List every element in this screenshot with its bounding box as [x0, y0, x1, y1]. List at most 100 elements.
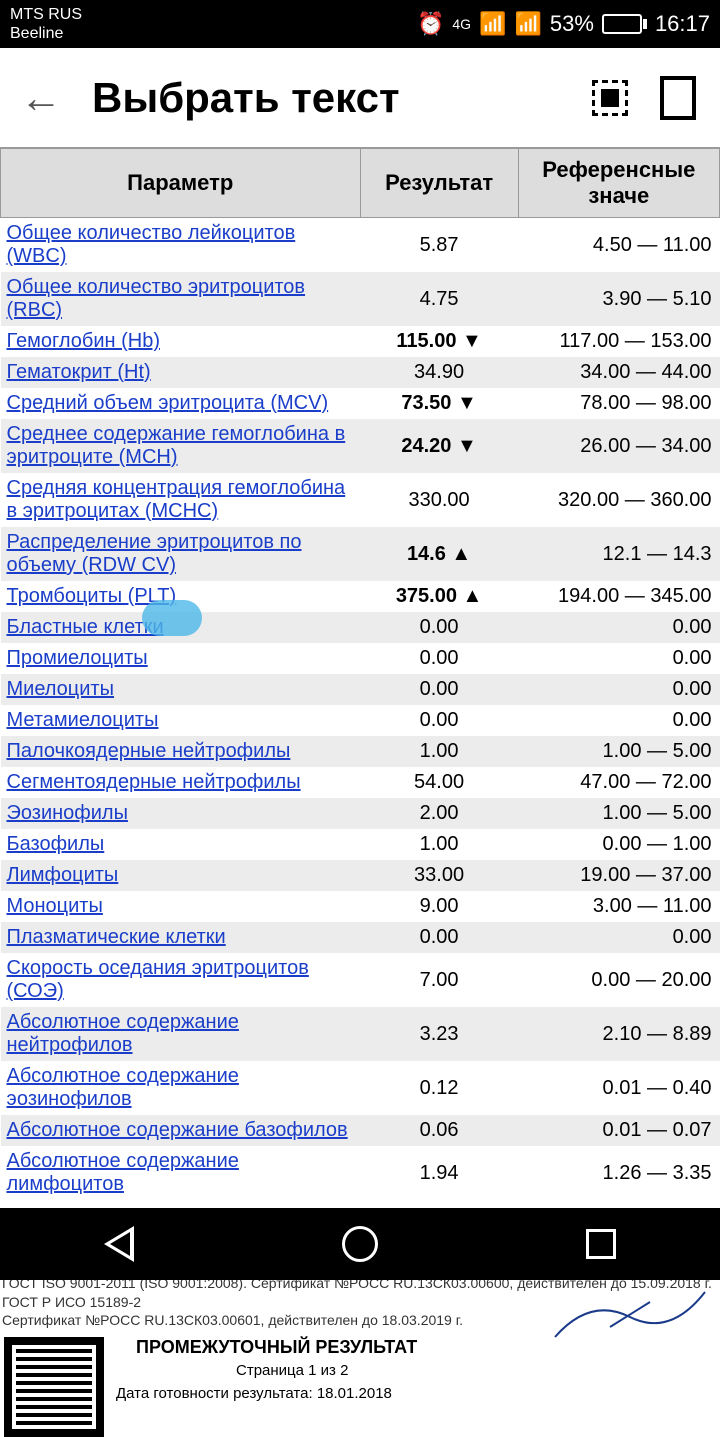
result-cell: 3.23: [360, 1007, 518, 1061]
square-recent-icon: [586, 1229, 616, 1259]
result-cell: 0.00: [360, 612, 518, 643]
table-row: Промиелоциты0.000.00: [1, 643, 720, 674]
table-row: Общее количество эритроцитов (RBC)4.753.…: [1, 272, 720, 326]
result-cell: 0.00: [360, 705, 518, 736]
param-cell[interactable]: Общее количество эритроцитов (RBC): [1, 272, 361, 326]
nav-recent-button[interactable]: [586, 1229, 616, 1259]
param-cell[interactable]: Сегментоядерные нейтрофилы: [1, 767, 361, 798]
result-date: Дата готовности результата: 18.01.2018: [116, 1379, 716, 1402]
app-header: ← Выбрать текст: [0, 48, 720, 148]
result-cell: 24.20 ▼: [360, 419, 518, 473]
battery-percent: 53%: [550, 11, 594, 37]
back-arrow-icon[interactable]: ←: [20, 74, 62, 122]
results-table: Параметр Результат Референсные значе Общ…: [0, 148, 720, 1200]
result-cell: 1.00: [360, 829, 518, 860]
navigation-bar: [0, 1208, 720, 1280]
param-cell[interactable]: Плазматические клетки: [1, 922, 361, 953]
param-cell[interactable]: Моноциты: [1, 891, 361, 922]
reference-cell: 0.00: [518, 705, 719, 736]
reference-cell: 4.50 — 11.00: [518, 218, 719, 273]
nav-back-button[interactable]: [104, 1226, 134, 1262]
result-cell: 4.75: [360, 272, 518, 326]
table-row: Моноциты9.003.00 — 11.00: [1, 891, 720, 922]
table-row: Плазматические клетки0.000.00: [1, 922, 720, 953]
result-cell: 2.00: [360, 798, 518, 829]
result-cell: 34.90: [360, 357, 518, 388]
param-cell[interactable]: Общее количество лейкоцитов (WBC): [1, 218, 361, 273]
reference-cell: 3.90 — 5.10: [518, 272, 719, 326]
reference-cell: 34.00 — 44.00: [518, 357, 719, 388]
result-cell: 0.12: [360, 1061, 518, 1115]
reference-cell: 0.00: [518, 674, 719, 705]
copy-icon: [660, 76, 696, 120]
clock: 16:17: [655, 11, 710, 37]
table-row: Средняя концентрация гемоглобина в эритр…: [1, 473, 720, 527]
param-cell[interactable]: Скорость оседания эритроцитов (СОЭ): [1, 953, 361, 1007]
status-carriers: MTS RUS Beeline: [10, 5, 417, 43]
signature-image: [550, 1287, 710, 1347]
param-cell[interactable]: Абсолютное содержание нейтрофилов: [1, 1007, 361, 1061]
reference-cell: 2.10 — 8.89: [518, 1007, 719, 1061]
param-cell[interactable]: Среднее содержание гемоглобина в эритроц…: [1, 419, 361, 473]
table-row: Среднее содержание гемоглобина в эритроц…: [1, 419, 720, 473]
param-cell[interactable]: Абсолютное содержание эозинофилов: [1, 1061, 361, 1115]
param-cell[interactable]: Лимфоциты: [1, 860, 361, 891]
param-cell[interactable]: Гемоглобин (Hb): [1, 326, 361, 357]
param-cell[interactable]: Гематокрит (Ht): [1, 357, 361, 388]
col-header-result: Результат: [360, 149, 518, 218]
param-cell[interactable]: Палочкоядерные нейтрофилы: [1, 736, 361, 767]
table-row: Абсолютное содержание нейтрофилов3.232.1…: [1, 1007, 720, 1061]
carrier-2: Beeline: [10, 24, 417, 43]
param-cell[interactable]: Базофилы: [1, 829, 361, 860]
reference-cell: 12.1 — 14.3: [518, 527, 719, 581]
nav-home-button[interactable]: [342, 1226, 378, 1262]
reference-cell: 0.00: [518, 612, 719, 643]
reference-cell: 47.00 — 72.00: [518, 767, 719, 798]
param-cell[interactable]: Эозинофилы: [1, 798, 361, 829]
select-all-button[interactable]: [588, 76, 632, 120]
col-header-param: Параметр: [1, 149, 361, 218]
param-cell[interactable]: Абсолютное содержание базофилов: [1, 1115, 361, 1146]
reference-cell: 1.00 — 5.00: [518, 798, 719, 829]
param-cell[interactable]: Средний объем эритроцита (MCV): [1, 388, 361, 419]
reference-cell: 19.00 — 37.00: [518, 860, 719, 891]
reference-cell: 0.00 — 1.00: [518, 829, 719, 860]
result-cell: 14.6 ▲: [360, 527, 518, 581]
result-cell: 7.00: [360, 953, 518, 1007]
signal-icon-1: 📶: [479, 11, 506, 37]
result-cell: 5.87: [360, 218, 518, 273]
text-selection-highlight[interactable]: [142, 600, 202, 636]
table-row: Тромбоциты (PLT)375.00 ▲194.00 — 345.00: [1, 581, 720, 612]
param-cell[interactable]: Средняя концентрация гемоглобина в эритр…: [1, 473, 361, 527]
signal-icon-2: 📶: [514, 11, 541, 37]
param-cell[interactable]: Промиелоциты: [1, 643, 361, 674]
param-cell[interactable]: Распределение эритроцитов по объему (RDW…: [1, 527, 361, 581]
table-row: Лимфоциты33.0019.00 — 37.00: [1, 860, 720, 891]
result-cell: 73.50 ▼: [360, 388, 518, 419]
status-right: ⏰ 4G 📶 📶 53% 16:17: [417, 11, 710, 37]
reference-cell: 1.00 — 5.00: [518, 736, 719, 767]
result-cell: 375.00 ▲: [360, 581, 518, 612]
result-cell: 1.94: [360, 1146, 518, 1200]
reference-cell: 78.00 — 98.00: [518, 388, 719, 419]
reference-cell: 194.00 — 345.00: [518, 581, 719, 612]
table-row: Гематокрит (Ht)34.9034.00 — 44.00: [1, 357, 720, 388]
param-cell[interactable]: Метамиелоциты: [1, 705, 361, 736]
select-all-icon: [592, 80, 628, 116]
table-row: Распределение эритроцитов по объему (RDW…: [1, 527, 720, 581]
reference-cell: 0.00: [518, 922, 719, 953]
table-row: Сегментоядерные нейтрофилы54.0047.00 — 7…: [1, 767, 720, 798]
result-cell: 330.00: [360, 473, 518, 527]
circle-home-icon: [342, 1226, 378, 1262]
table-row: Бластные клетки0.000.00: [1, 612, 720, 643]
result-cell: 0.00: [360, 674, 518, 705]
param-cell[interactable]: Абсолютное содержание лимфоцитов: [1, 1146, 361, 1200]
network-label: 4G: [452, 16, 471, 32]
table-row: Метамиелоциты0.000.00: [1, 705, 720, 736]
result-cell: 54.00: [360, 767, 518, 798]
table-row: Средний объем эритроцита (MCV)73.50 ▼78.…: [1, 388, 720, 419]
copy-button[interactable]: [656, 76, 700, 120]
alarm-icon: ⏰: [417, 11, 444, 37]
param-cell[interactable]: Миелоциты: [1, 674, 361, 705]
reference-cell: 0.00 — 20.00: [518, 953, 719, 1007]
